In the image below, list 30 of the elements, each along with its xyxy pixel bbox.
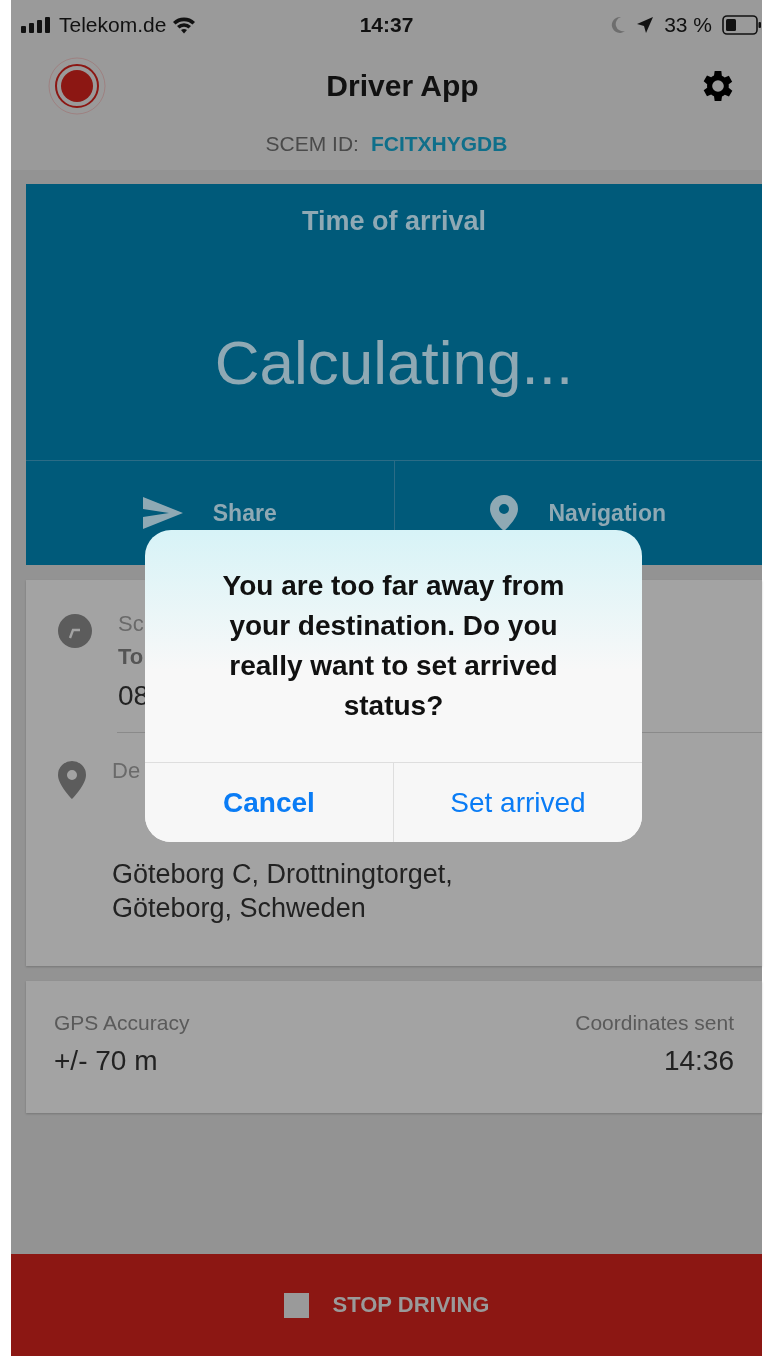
- pin-icon: [490, 495, 519, 531]
- stop-driving-button[interactable]: STOP DRIVING: [11, 1254, 762, 1356]
- id-value: FCITXHYGDB: [370, 132, 508, 156]
- moon-icon: [610, 16, 627, 34]
- status-time: 14:37: [359, 13, 414, 37]
- wifi-icon: [172, 16, 197, 34]
- battery-icon: [722, 15, 762, 35]
- pin-icon: [58, 761, 86, 799]
- dialog-button[interactable]: Set arrived: [393, 763, 642, 842]
- gps-accuracy-label: GPS Accuracy: [54, 1011, 190, 1035]
- location-arrow-icon: [636, 16, 655, 34]
- arrival-title: Time of arrival: [301, 206, 487, 237]
- coordinates-sent-label: Coordinates sent: [575, 1011, 734, 1035]
- id-label: SCEM ID:: [265, 132, 359, 156]
- clock-icon: [58, 614, 92, 648]
- schedule-sub: To: [118, 643, 145, 671]
- destination-label: De: [112, 757, 142, 785]
- app-title: Driver App: [326, 69, 479, 103]
- record-icon[interactable]: [47, 56, 107, 116]
- arrival-value: Calculating...: [214, 327, 574, 399]
- stop-icon: [283, 1292, 309, 1318]
- battery-percent: 33 %: [664, 13, 712, 37]
- dialog-message: You are too far away from your destination. Do you really want to set arrived status?: [221, 569, 566, 723]
- action-button[interactable]: Share: [26, 461, 394, 565]
- coordinates-sent-time: 14:36: [663, 1045, 734, 1077]
- gps-accuracy-value: +/- 70 m: [54, 1045, 159, 1077]
- schedule-label: Sc: [118, 610, 145, 638]
- destination-address: Göteborg C, Drottningtorget, Göteborg, Schweden: [112, 858, 453, 925]
- signal-icon: [21, 17, 53, 33]
- carrier-name: Telekom.de: [59, 13, 167, 37]
